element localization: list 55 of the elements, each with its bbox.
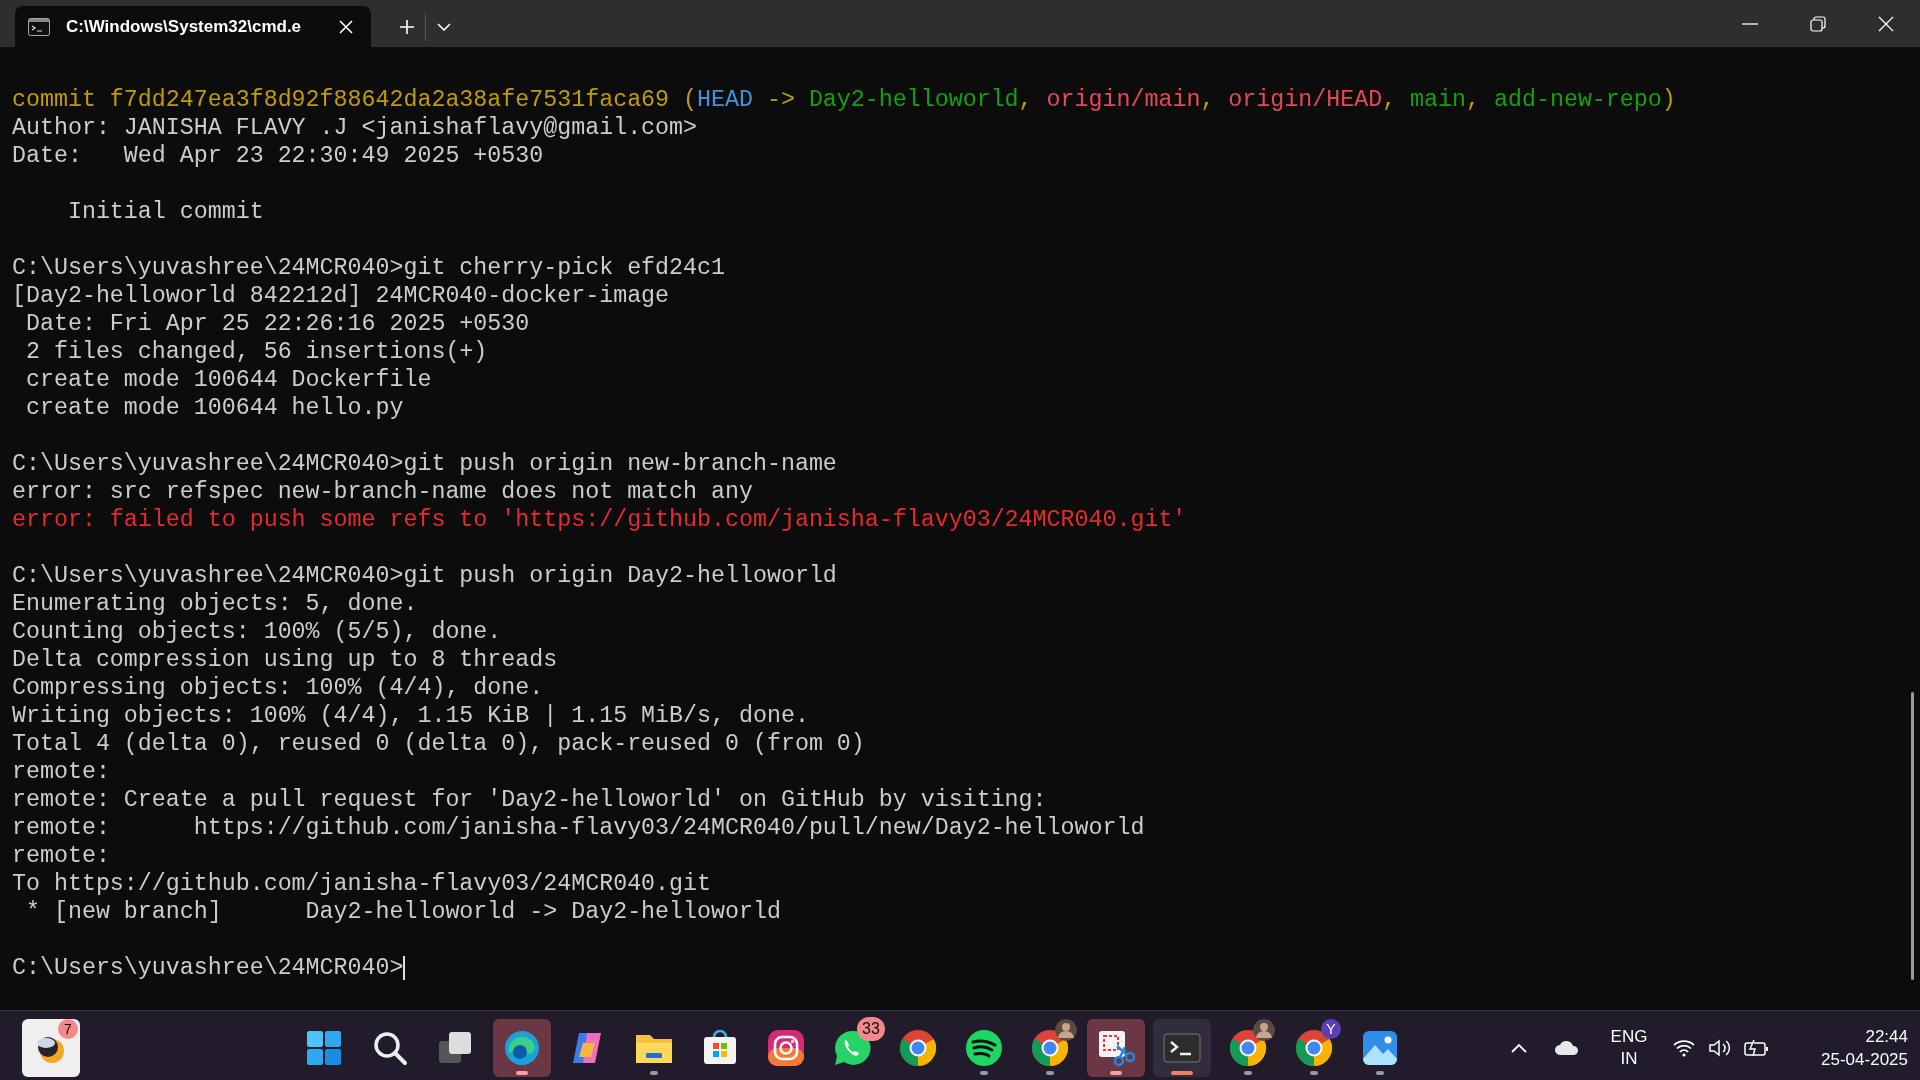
terminal-line: create mode 100644 Dockerfile (24, 366, 432, 394)
cloud-icon (1554, 1040, 1580, 1056)
terminal-line: C:\Users\yuvashree\24MCR040>git push origin new-branch-name (12, 450, 837, 478)
close-icon (1878, 15, 1894, 32)
terminal-line: remote: (12, 842, 110, 870)
terminal-line: Delta compression using up to 8 threads (12, 646, 558, 674)
taskbar-button[interactable] (1087, 1019, 1145, 1077)
terminal-line: C:\Users\yuvashree\24MCR040> (12, 954, 404, 982)
minimize-icon (1742, 22, 1758, 25)
terminal-line: C:\Users\yuvashree\24MCR040>git cherry-pick efd24c1 (12, 254, 725, 282)
terminal-line: Counting objects: 100% (5/5), done. (12, 618, 502, 646)
terminal-line: error: src refspec new-branch-name does not match any (12, 478, 753, 506)
terminal-line: Date: Wed Apr 23 22:30:49 2025 +0530 (12, 142, 544, 170)
terminal-line: error: failed to push some refs to 'https://github.com/janisha-flavy03/24MCR040.git' (12, 506, 1187, 534)
terminal-line: Initial commit (66, 198, 264, 226)
clock-button[interactable]: 22:44 25-04-2025 (1792, 1019, 1912, 1077)
terminal-line: 2 files changed, 56 insertions(+) (24, 338, 488, 366)
close-icon (339, 19, 353, 34)
speaker-icon (1708, 1038, 1732, 1058)
terminal-line: Author: JANISHA FLAVY .J <janishaflavy@gmail.com> (12, 114, 698, 142)
terminal-line: Enumerating objects: 5, done. (12, 590, 418, 618)
terminal-line: Date: Fri Apr 25 22:26:16 2025 +0530 (24, 310, 530, 338)
terminal-line: Compressing objects: 100% (4/4), done. (12, 674, 544, 702)
terminal-line: create mode 100644 hello.py (24, 394, 404, 422)
tab[interactable]: C:\Windows\System32\cmd.e (15, 6, 371, 47)
terminal-line: [Day2-helloworld 842212d] 24MCR040-docker-image (12, 282, 670, 310)
terminal-icon (28, 17, 50, 36)
tab-title: C:\Windows\System32\cmd.e (66, 16, 303, 37)
terminal-line: remote: https://github.com/janisha-flavy03/24MCR040/pull/new/Day2-helloworld (12, 814, 1145, 842)
wifi-icon (1673, 1039, 1695, 1057)
terminal-line: commit f7dd247ea3f8d92f88642da2a38afe7531faca69 (HEAD -> Day2-helloworld, origin/main, origin/HEAD, main, add-new-repo) (12, 86, 1676, 114)
notification-badge: Y (1321, 1019, 1341, 1039)
browser-ball-icon (897, 1027, 939, 1069)
browser-ball-icon (1029, 1027, 1071, 1069)
terminal-line: To https://github.com/janisha-flavy03/24MCR040.git (12, 870, 712, 898)
browser-ball-icon (1227, 1027, 1269, 1069)
battery-charging-icon (1744, 1039, 1770, 1057)
sound-waves-icon (963, 1027, 1005, 1069)
language-button[interactable]: ENG IN (1592, 1019, 1666, 1077)
terminal-line: Total 4 (delta 0), reused 0 (delta 0), pack-reused 0 (from 0) (12, 730, 865, 758)
restore-icon (1810, 15, 1826, 32)
chevron-up-icon (1511, 1043, 1527, 1053)
terminal-line: C:\Users\yuvashree\24MCR040>git push origin Day2-helloworld (12, 562, 837, 590)
terminal-line: Writing objects: 100% (4/4), 1.15 KiB | 1.15 MiB/s, done. (12, 702, 809, 730)
taskbar-button[interactable]: Y (1285, 1019, 1343, 1077)
scrollbar-thumb[interactable] (1911, 692, 1914, 980)
terminal-line: * [new branch] Day2-helloworld -> Day2-helloworld (24, 898, 781, 926)
notification-badge: 33 (857, 1017, 885, 1041)
terminal-line: remote: Create a pull request for 'Day2-helloworld' on GitHub by visiting: (12, 786, 1047, 814)
plus-icon (399, 19, 415, 35)
notification-badge: 7 (58, 1019, 78, 1039)
chevron-down-icon (437, 23, 451, 31)
terminal-line: remote: (12, 758, 110, 786)
taskbar-button[interactable]: 7 (22, 1019, 80, 1077)
camera-icon (765, 1027, 807, 1069)
